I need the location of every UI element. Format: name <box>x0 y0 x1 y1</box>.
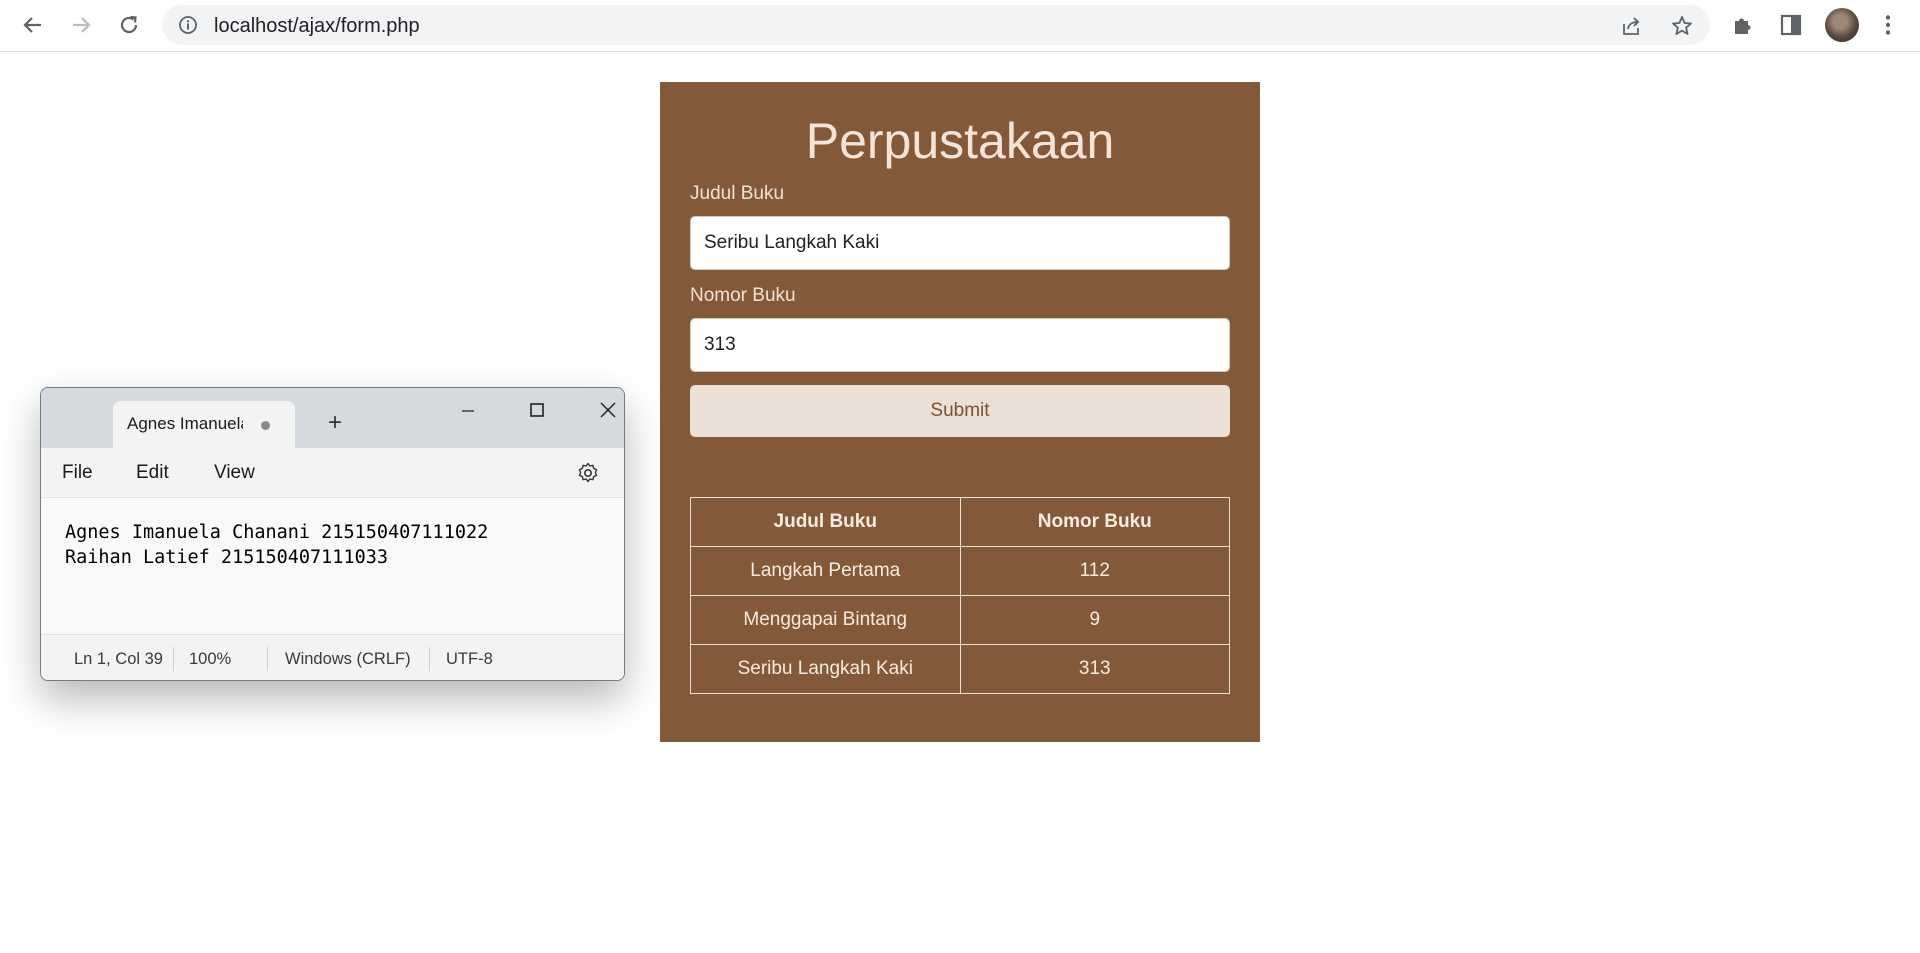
menu-edit[interactable]: Edit <box>136 462 169 484</box>
book-title-input[interactable] <box>690 216 1230 270</box>
status-divider <box>429 647 430 671</box>
reload-icon <box>120 15 138 34</box>
more-menu-icon[interactable] <box>1875 12 1901 38</box>
table-cell-number: 313 <box>959 644 1230 694</box>
notepad-text-area[interactable]: Agnes Imanuela Chanani 215150407111022 R… <box>41 498 624 634</box>
line-ending: Windows (CRLF) <box>285 650 411 668</box>
notepad-titlebar[interactable]: Agnes Imanuela Chanani + <box>41 388 624 448</box>
page-title: Perpustakaan <box>805 113 1115 169</box>
unsaved-dot-icon <box>261 421 270 430</box>
table-cell-number: 112 <box>959 546 1230 596</box>
menu-view[interactable]: View <box>214 462 255 484</box>
table-cell-number: 9 <box>959 595 1230 645</box>
extensions-puzzle-icon[interactable] <box>1730 12 1756 38</box>
books-table: Judul Buku Nomor Buku Langkah Pertama 11… <box>690 497 1230 694</box>
address-bar[interactable]: localhost/ajax/form.php <box>162 5 1710 45</box>
share-icon[interactable] <box>1620 14 1644 38</box>
reload-button[interactable] <box>112 8 146 42</box>
table-cell-title: Seribu Langkah Kaki <box>690 644 961 694</box>
side-panel-icon[interactable] <box>1778 12 1804 38</box>
table-cell-title: Langkah Pertama <box>690 546 961 596</box>
browser-toolbar: localhost/ajax/form.php <box>0 0 1920 52</box>
info-icon[interactable] <box>178 15 198 35</box>
arrow-left-icon <box>23 17 41 33</box>
maximize-icon <box>530 403 544 417</box>
library-card: Perpustakaan Judul Buku Nomor Buku Submi… <box>660 82 1260 742</box>
forward-button[interactable] <box>64 8 98 42</box>
book-title-label: Judul Buku <box>690 183 785 204</box>
text-line[interactable]: Agnes Imanuela Chanani 215150407111022 <box>65 522 488 543</box>
back-button[interactable] <box>16 8 50 42</box>
bookmark-star-icon[interactable] <box>1670 14 1694 38</box>
encoding: UTF-8 <box>446 650 493 668</box>
minimize-icon <box>462 410 474 412</box>
cursor-position: Ln 1, Col 39 <box>74 650 163 668</box>
arrow-right-icon <box>73 17 91 33</box>
profile-avatar[interactable] <box>1825 8 1859 42</box>
minimize-button[interactable] <box>448 396 488 424</box>
maximize-button[interactable] <box>517 396 557 424</box>
table-cell-title: Menggapai Bintang <box>690 595 961 645</box>
table-row: Langkah Pertama 112 <box>690 546 1230 596</box>
table-header-row: Judul Buku Nomor Buku <box>690 497 1230 547</box>
table-row: Seribu Langkah Kaki 313 <box>690 644 1230 694</box>
zoom-level: 100% <box>189 650 232 668</box>
notepad-tab[interactable]: Agnes Imanuela Chanani <box>113 401 295 448</box>
column-header-title: Judul Buku <box>690 497 961 547</box>
table-row: Menggapai Bintang 9 <box>690 595 1230 645</box>
close-icon <box>600 402 616 418</box>
notepad-window[interactable]: Agnes Imanuela Chanani + File Edit View … <box>40 387 625 681</box>
notepad-menu-bar: File Edit View <box>41 448 624 498</box>
url-text[interactable]: localhost/ajax/form.php <box>214 15 420 38</box>
book-number-label: Nomor Buku <box>690 285 796 306</box>
status-divider <box>173 647 174 671</box>
new-tab-button[interactable]: + <box>324 409 346 436</box>
submit-button[interactable]: Submit <box>690 385 1230 437</box>
close-button[interactable] <box>588 396 624 424</box>
book-number-input[interactable] <box>690 318 1230 372</box>
notepad-tab-title[interactable]: Agnes Imanuela Chanani <box>127 414 243 434</box>
menu-file[interactable]: File <box>62 462 93 484</box>
text-line[interactable]: Raihan Latief 215150407111033 <box>65 547 388 568</box>
status-divider <box>267 647 268 671</box>
settings-gear-icon[interactable] <box>576 461 600 485</box>
column-header-number: Nomor Buku <box>959 497 1230 547</box>
notepad-status-bar: Ln 1, Col 39 100% Windows (CRLF) UTF-8 <box>41 634 624 680</box>
